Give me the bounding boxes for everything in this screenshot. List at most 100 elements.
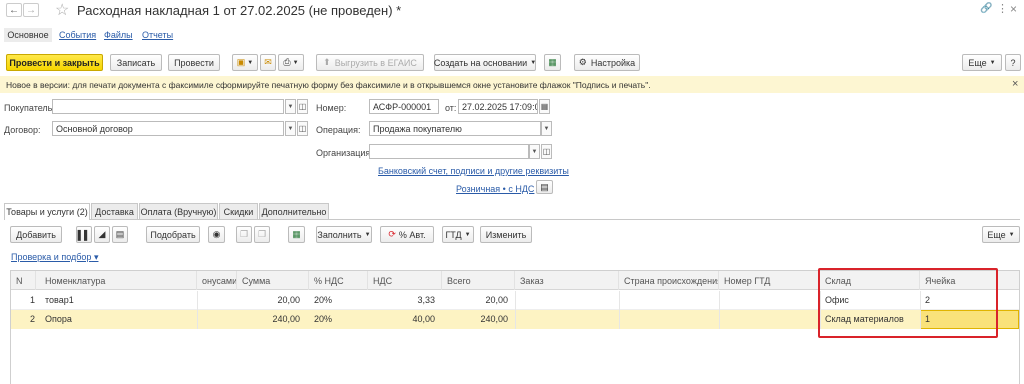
- col-sum[interactable]: Сумма: [237, 271, 309, 290]
- operation-label: Операция:: [316, 125, 361, 135]
- col-country[interactable]: Страна происхождения: [619, 271, 719, 290]
- tab-files[interactable]: Файлы: [104, 30, 133, 40]
- row-item[interactable]: товар1: [40, 291, 197, 310]
- row-order[interactable]: [515, 291, 619, 310]
- print-reports-button[interactable]: ▣ ▼: [232, 54, 258, 71]
- contract-dropdown-icon[interactable]: ▼: [285, 121, 296, 136]
- table-settings-button[interactable]: ▦: [288, 226, 305, 243]
- row-sum[interactable]: 20,00: [237, 291, 305, 310]
- list-pick-button[interactable]: ▤: [112, 226, 128, 243]
- row-sum[interactable]: 240,00: [237, 310, 305, 329]
- structure-button[interactable]: ▦: [544, 54, 561, 71]
- col-total[interactable]: Всего: [442, 271, 515, 290]
- row-vat[interactable]: 3,33: [368, 291, 440, 310]
- buyer-field[interactable]: [52, 99, 284, 114]
- post-and-close-button[interactable]: Провести и закрыть: [6, 54, 103, 71]
- email-button[interactable]: ✉: [260, 54, 276, 71]
- tab-events[interactable]: События: [59, 30, 96, 40]
- buyer-dropdown-icon[interactable]: ▼: [285, 99, 296, 114]
- chevron-down-icon: ▼: [530, 59, 537, 66]
- chevron-down-icon: ▼: [1008, 231, 1015, 238]
- price-settings-button[interactable]: ▤: [536, 180, 553, 194]
- col-vat-rate[interactable]: % НДС: [309, 271, 368, 290]
- pick-button[interactable]: Подобрать: [146, 226, 200, 243]
- create-based-on-button[interactable]: Создать на основании ▼: [434, 54, 536, 71]
- scanner-icon: ◢: [98, 229, 106, 239]
- tab-payment[interactable]: Оплата (Вручную): [139, 203, 218, 219]
- row-bonus[interactable]: [197, 291, 237, 310]
- row-gtd[interactable]: [719, 310, 820, 329]
- row-country[interactable]: [619, 291, 719, 310]
- more-button[interactable]: Еще ▼: [962, 54, 1002, 71]
- window-title: Расходная накладная 1 от 27.02.2025 (не …: [77, 3, 402, 18]
- post-button[interactable]: Провести: [168, 54, 220, 71]
- egais-upload-button[interactable]: ⬆ Выгрузить в ЕГАИС: [316, 54, 424, 71]
- link-icon[interactable]: 🔗: [980, 3, 992, 14]
- change-button[interactable]: Изменить: [480, 226, 532, 243]
- operation-dropdown-icon[interactable]: ▼: [541, 121, 552, 136]
- forward-button[interactable]: →: [23, 3, 39, 17]
- settings-button[interactable]: ⚙ Настройка: [574, 54, 640, 71]
- col-vat[interactable]: НДС: [368, 271, 442, 290]
- organization-open-icon[interactable]: ◫: [541, 144, 552, 159]
- row-total[interactable]: 240,00: [442, 310, 513, 329]
- row-country[interactable]: [619, 310, 719, 329]
- print-button[interactable]: ⎙ ▼: [278, 54, 304, 71]
- row-vat-rate[interactable]: 20%: [309, 291, 368, 310]
- more-vert-icon[interactable]: ⋮: [997, 2, 1008, 15]
- price-type-link[interactable]: Розничная • с НДС: [456, 184, 534, 194]
- col-n[interactable]: N: [11, 271, 36, 290]
- row-item[interactable]: Опора: [40, 310, 197, 329]
- calendar-icon[interactable]: ▦: [539, 99, 550, 114]
- chevron-down-icon: ▼: [292, 59, 299, 66]
- contract-open-icon[interactable]: ◫: [297, 121, 308, 136]
- settings-label: Настройка: [590, 57, 636, 68]
- copy-button[interactable]: ❐: [236, 226, 252, 243]
- tab-goods[interactable]: Товары и услуги (2): [4, 203, 90, 220]
- check-and-pick-link[interactable]: Проверка и подбор ▾: [11, 252, 98, 263]
- buyer-open-icon[interactable]: ◫: [297, 99, 308, 114]
- tab-reports[interactable]: Отчеты: [142, 30, 173, 40]
- gtd-button[interactable]: ГТД ▼: [442, 226, 474, 243]
- favorite-star-icon[interactable]: ☆: [55, 0, 69, 20]
- tab-discounts[interactable]: Скидки: [219, 203, 258, 219]
- row-order[interactable]: [515, 310, 619, 329]
- check-and-pick-label: Проверка и подбор: [11, 252, 92, 262]
- barcode-icon: ▌▌: [77, 229, 91, 240]
- row-total[interactable]: 20,00: [442, 291, 513, 310]
- number-field[interactable]: АСФР-000001: [369, 99, 439, 114]
- operation-field[interactable]: Продажа покупателю: [369, 121, 541, 136]
- table-more-button[interactable]: Еще ▼: [982, 226, 1020, 243]
- scan-button[interactable]: ◢: [94, 226, 110, 243]
- organization-field[interactable]: [369, 144, 529, 159]
- row-number: 2: [29, 314, 35, 324]
- barcode-button[interactable]: ▌▌: [76, 226, 92, 243]
- gtd-label: ГТД: [445, 229, 462, 240]
- row-bonus[interactable]: [197, 310, 237, 329]
- row-gtd[interactable]: [719, 291, 820, 310]
- tab-delivery[interactable]: Доставка: [91, 203, 138, 219]
- save-button[interactable]: Записать: [110, 54, 162, 71]
- bank-account-link[interactable]: Банковский счет, подписи и другие реквиз…: [378, 166, 569, 176]
- col-gtd[interactable]: Номер ГТД: [719, 271, 820, 290]
- row-vat[interactable]: 40,00: [368, 310, 440, 329]
- col-item[interactable]: Номенклатура: [40, 271, 197, 290]
- back-button[interactable]: ←: [6, 3, 22, 17]
- add-row-button[interactable]: Добавить: [10, 226, 62, 243]
- organization-dropdown-icon[interactable]: ▼: [529, 144, 540, 159]
- help-button[interactable]: ?: [1005, 54, 1021, 71]
- vat-auto-button[interactable]: ⟳% Авт.: [380, 226, 434, 243]
- fill-button[interactable]: Заполнить ▼: [316, 226, 372, 243]
- tab-additional[interactable]: Дополнительно: [259, 203, 329, 219]
- col-bonus[interactable]: онусами: [197, 271, 237, 290]
- contract-field[interactable]: Основной договор: [52, 121, 284, 136]
- col-order[interactable]: Заказ: [515, 271, 619, 290]
- column-divider: [619, 291, 620, 329]
- row-vat-rate[interactable]: 20%: [309, 310, 368, 329]
- view-button[interactable]: ◉: [208, 226, 225, 243]
- date-field[interactable]: 27.02.2025 17:09:04: [458, 99, 538, 114]
- tab-main[interactable]: Основное: [4, 28, 52, 42]
- paste-button[interactable]: ❐: [254, 226, 270, 243]
- banner-close-icon[interactable]: ×: [1012, 78, 1018, 90]
- close-icon[interactable]: ×: [1010, 2, 1017, 16]
